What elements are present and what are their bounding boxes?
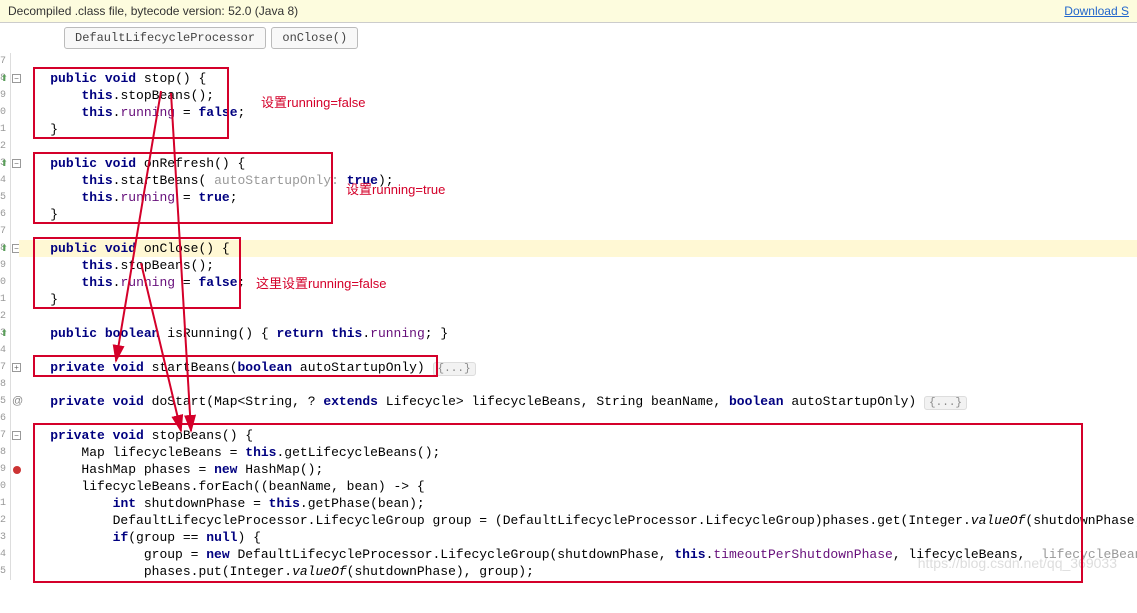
override-marker-icon[interactable]: ⬆: [0, 326, 8, 343]
code-editor: 7 8⬆ 9 0 1 2 3⬆ 4 5 6 7 8⬆ 9 0 1 2 3⬆ 4 …: [0, 53, 1137, 580]
code-line-current[interactable]: public void onClose() {: [19, 240, 1137, 257]
code-line[interactable]: lifecycleBeans.forEach((beanName, bean) …: [19, 478, 1137, 495]
code-line[interactable]: this.running = false;: [19, 104, 1137, 121]
override-marker-icon[interactable]: ⬆: [0, 156, 8, 173]
banner-text: Decompiled .class file, bytecode version…: [8, 4, 298, 18]
breadcrumb: DefaultLifecycleProcessor onClose(): [0, 23, 1137, 53]
code-line[interactable]: DefaultLifecycleProcessor.LifecycleGroup…: [19, 512, 1137, 529]
code-line[interactable]: }: [19, 291, 1137, 308]
download-link[interactable]: Download S: [1064, 4, 1129, 18]
code-line[interactable]: HashMap phases = new HashMap();: [19, 461, 1137, 478]
code-body[interactable]: public void stop() { this.stopBeans(); t…: [11, 53, 1137, 580]
code-line[interactable]: this.stopBeans();: [19, 87, 1137, 104]
code-line[interactable]: public void onRefresh() {: [19, 155, 1137, 172]
code-line[interactable]: private void doStart(Map<String, ? exten…: [19, 393, 1137, 410]
code-line[interactable]: if(group == null) {: [19, 529, 1137, 546]
code-line[interactable]: public void stop() {: [19, 70, 1137, 87]
code-line[interactable]: this.running = false;: [19, 274, 1137, 291]
code-line[interactable]: int shutdownPhase = this.getPhase(bean);: [19, 495, 1137, 512]
folded-region[interactable]: {...}: [433, 362, 476, 376]
decompiled-banner: Decompiled .class file, bytecode version…: [0, 0, 1137, 23]
code-line[interactable]: }: [19, 121, 1137, 138]
code-line[interactable]: this.stopBeans();: [19, 257, 1137, 274]
code-line[interactable]: private void stopBeans() {: [19, 427, 1137, 444]
override-marker-icon[interactable]: ⬆: [0, 71, 8, 88]
line-number-gutter: 7 8⬆ 9 0 1 2 3⬆ 4 5 6 7 8⬆ 9 0 1 2 3⬆ 4 …: [0, 53, 10, 580]
code-line[interactable]: this.startBeans( autoStartupOnly: true);: [19, 172, 1137, 189]
code-line[interactable]: this.running = true;: [19, 189, 1137, 206]
watermark: https://blog.csdn.net/qq_369033: [918, 555, 1117, 571]
code-line[interactable]: private void startBeans(boolean autoStar…: [19, 359, 1137, 376]
code-line[interactable]: public boolean isRunning() { return this…: [19, 325, 1137, 342]
code-line[interactable]: Map lifecycleBeans = this.getLifecycleBe…: [19, 444, 1137, 461]
folded-region[interactable]: {...}: [924, 396, 967, 410]
breadcrumb-method[interactable]: onClose(): [271, 27, 358, 49]
code-line[interactable]: }: [19, 206, 1137, 223]
override-marker-icon[interactable]: ⬆: [0, 241, 8, 258]
breadcrumb-class[interactable]: DefaultLifecycleProcessor: [64, 27, 266, 49]
